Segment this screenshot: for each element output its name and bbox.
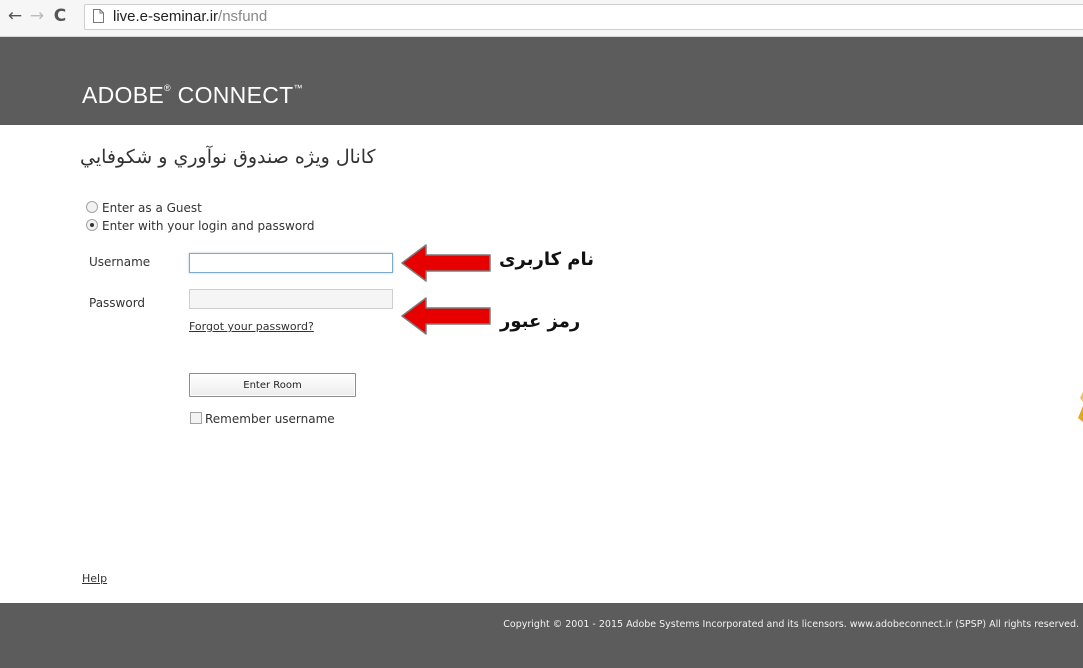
username-input[interactable] (189, 253, 393, 273)
password-label: Password (89, 296, 146, 310)
login-option[interactable]: Enter with your login and password (86, 218, 315, 234)
address-bar[interactable]: live.e-seminar.ir/nsfund (84, 4, 1083, 30)
enter-room-button[interactable]: Enter Room (189, 373, 356, 397)
username-label: Username (89, 255, 151, 269)
brand-adobe: ADOBE (82, 82, 165, 108)
remember-checkbox[interactable] (190, 412, 202, 424)
brand-trademark: ™ (293, 83, 303, 93)
url-host: live.e-seminar.ir (113, 8, 219, 25)
page: ← → C live.e-seminar.ir/nsfund ADOBE® CO… (0, 0, 1083, 668)
guest-option[interactable]: Enter as a Guest (86, 200, 202, 216)
password-arrow-icon (401, 297, 491, 335)
forward-arrow-icon[interactable]: → (26, 5, 48, 27)
app-header: ADOBE® CONNECT™ (0, 37, 1083, 125)
username-arrow-icon (401, 244, 491, 282)
page-icon (93, 9, 104, 23)
remember-label: Remember username (205, 412, 335, 426)
password-input[interactable] (189, 289, 393, 309)
room-title: كانال ويژه صندوق نوآوري و شكوفايي (80, 146, 376, 168)
url-text: live.e-seminar.ir/nsfund (113, 8, 267, 25)
login-radio[interactable] (86, 219, 98, 231)
password-annotation: رمز عبور (500, 311, 581, 332)
forgot-password-link[interactable]: Forgot your password? (189, 320, 314, 333)
remember-username[interactable]: Remember username (190, 411, 335, 427)
partial-side-icon (1078, 392, 1083, 422)
username-annotation: نام کاربری (499, 249, 595, 270)
guest-radio[interactable] (86, 201, 98, 213)
back-arrow-icon[interactable]: ← (4, 5, 26, 27)
browser-toolbar: ← → C live.e-seminar.ir/nsfund (0, 0, 1083, 37)
brand-registered-mark: ® (164, 83, 171, 93)
app-footer: Copyright © 2001 - 2015 Adobe Systems In… (0, 603, 1083, 668)
url-path: /nsfund (218, 8, 268, 25)
copyright-text: Copyright © 2001 - 2015 Adobe Systems In… (503, 619, 1079, 630)
brand-logo: ADOBE® CONNECT™ (82, 82, 303, 109)
guest-option-label: Enter as a Guest (102, 201, 202, 215)
help-link[interactable]: Help (82, 572, 107, 585)
reload-icon[interactable]: C (49, 5, 71, 27)
brand-connect: CONNECT (170, 82, 294, 108)
login-option-label: Enter with your login and password (102, 219, 315, 233)
